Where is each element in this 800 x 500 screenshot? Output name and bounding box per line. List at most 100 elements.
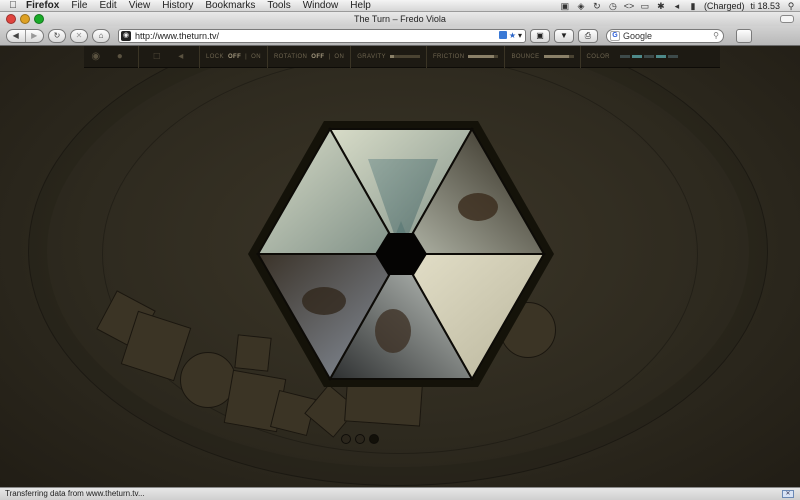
kaleidoscope-svg: [248, 121, 554, 387]
forward-arrow-icon[interactable]: ▶: [26, 30, 44, 42]
menubar-status-area: ▣ ◈ ↻ ◷ <> ▭ ✱ ◂ ▮ (Charged) ti 18.53 ⚲: [560, 0, 796, 12]
toolbar-divider: [425, 46, 427, 68]
reload-button[interactable]: ↻: [48, 28, 66, 43]
site-logo-icon[interactable]: ◉: [88, 49, 104, 65]
url-text[interactable]: http://www.theturn.tv/: [135, 31, 499, 41]
toolbar-divider: [579, 46, 581, 68]
person-reflection: [302, 287, 346, 315]
rotation-off-toggle[interactable]: OFF: [311, 54, 324, 60]
toolbar-divider: [266, 46, 268, 68]
window-title: The Turn – Fredo Viola: [354, 14, 446, 24]
menu-history[interactable]: History: [156, 0, 199, 11]
color-control: COLOR: [587, 54, 678, 60]
wifi-icon[interactable]: ◈: [576, 1, 586, 11]
gravity-slider[interactable]: [389, 55, 420, 58]
rotation-label: ROTATION: [273, 53, 308, 60]
color-swatch[interactable]: [667, 55, 678, 58]
stop-button[interactable]: ✕: [70, 28, 88, 43]
window-titlebar: The Turn – Fredo Viola: [0, 12, 800, 26]
person-reflection: [375, 309, 411, 353]
status-text: Transferring data from www.theturn.tv...: [5, 489, 145, 498]
gravity-label: GRAVITY: [357, 53, 386, 60]
toolbar-divider: [350, 46, 352, 68]
menubar-clock[interactable]: ti 18.53: [750, 1, 780, 11]
search-bar[interactable]: G Google ⚲: [606, 28, 724, 43]
mac-menubar:  Firefox File Edit View History Bookmar…: [0, 0, 800, 12]
lock-control: LOCK OFF | ON: [206, 53, 261, 60]
color-swatch[interactable]: [643, 55, 654, 58]
menu-bookmarks[interactable]: Bookmarks: [199, 0, 261, 11]
cat-logo-icon[interactable]: ●: [112, 49, 128, 65]
bounce-label: BOUNCE: [511, 53, 540, 60]
download-icon: ▼: [560, 31, 568, 40]
home-button[interactable]: ⌂: [92, 28, 110, 43]
google-engine-icon[interactable]: G: [610, 30, 620, 41]
menu-help[interactable]: Help: [344, 0, 377, 11]
gravity-control: GRAVITY: [357, 54, 420, 60]
spotlight-icon[interactable]: ⚲: [786, 1, 796, 11]
friction-control: FRICTION: [433, 54, 499, 60]
print-icon: ⎙: [584, 30, 592, 40]
expand-icon[interactable]: □: [149, 49, 165, 65]
site-favicon-icon: ◉: [121, 30, 131, 41]
lock-on-toggle[interactable]: ON: [251, 54, 261, 60]
menu-file[interactable]: File: [65, 0, 93, 11]
apple-menu-icon[interactable]: : [6, 0, 20, 11]
color-label: COLOR: [586, 53, 610, 60]
toolbar-divider: [138, 46, 139, 68]
time-machine-icon[interactable]: ◷: [608, 1, 618, 11]
bounce-slider[interactable]: [543, 55, 574, 58]
download-button[interactable]: ▼: [554, 28, 574, 43]
battery-icon[interactable]: ▮: [688, 1, 698, 11]
home-icon: ⌂: [98, 31, 104, 40]
menu-tools[interactable]: Tools: [261, 0, 296, 11]
window-close-button[interactable]: [6, 14, 16, 24]
menu-view[interactable]: View: [123, 0, 157, 11]
status-activity-icon[interactable]: ✕: [782, 490, 794, 498]
reload-icon: ↻: [53, 31, 61, 40]
search-magnifier-icon[interactable]: ⚲: [713, 31, 723, 40]
window-zoom-button[interactable]: [34, 14, 44, 24]
color-swatch[interactable]: [631, 55, 642, 58]
toolbar-divider: [504, 46, 506, 68]
lock-status-icon[interactable]: ▣: [560, 1, 570, 11]
friction-slider[interactable]: [468, 55, 499, 58]
display-icon[interactable]: ▭: [640, 1, 650, 11]
pagination-dot[interactable]: [341, 434, 351, 444]
screenshot-button[interactable]: ▣: [530, 28, 550, 43]
lock-off-toggle[interactable]: OFF: [228, 54, 241, 60]
sync-icon[interactable]: ↻: [592, 1, 602, 11]
sound-icon[interactable]: ◂: [173, 49, 189, 65]
tab-overview-button[interactable]: [736, 28, 752, 43]
url-dropdown-icon[interactable]: ▾: [518, 31, 522, 40]
color-swatch[interactable]: [619, 55, 630, 58]
friction-label: FRICTION: [432, 53, 465, 60]
back-arrow-icon[interactable]: ◀: [7, 29, 26, 42]
bluetooth-icon[interactable]: ✱: [656, 1, 666, 11]
volume-icon[interactable]: ◂: [672, 1, 682, 11]
lock-label: LOCK: [206, 53, 224, 60]
site-control-toolbar: ◉ ● □ ◂ LOCK OFF | ON ROTATION OFF | ON GR…: [84, 46, 720, 68]
window-minimize-button[interactable]: [20, 14, 30, 24]
rss-feed-icon[interactable]: [498, 31, 507, 39]
camera-icon: ▣: [536, 31, 544, 40]
rotation-on-toggle[interactable]: ON: [334, 54, 344, 60]
bookmark-star-icon[interactable]: ★: [509, 31, 516, 40]
url-bar[interactable]: ◉ http://www.theturn.tv/ ★ ▾: [118, 28, 526, 43]
person-reflection: [458, 193, 498, 221]
battery-status-text: (Charged): [703, 1, 745, 11]
rotation-control: ROTATION OFF | ON: [273, 53, 345, 60]
code-icon[interactable]: <>: [624, 1, 635, 11]
menu-edit[interactable]: Edit: [93, 0, 122, 11]
color-swatch[interactable]: [655, 55, 666, 58]
toolbar-divider: [199, 46, 200, 68]
menu-app-firefox[interactable]: Firefox: [20, 0, 65, 11]
pagination-dot[interactable]: [355, 434, 365, 444]
toolbar-toggle-button[interactable]: [780, 15, 794, 23]
print-button[interactable]: ⎙: [578, 28, 598, 43]
bounce-control: BOUNCE: [511, 53, 574, 60]
search-input[interactable]: Google: [623, 31, 710, 41]
kaleidoscope-hexagon[interactable]: [248, 121, 554, 387]
pagination-dot-active[interactable]: [369, 434, 379, 444]
menu-window[interactable]: Window: [297, 0, 345, 11]
